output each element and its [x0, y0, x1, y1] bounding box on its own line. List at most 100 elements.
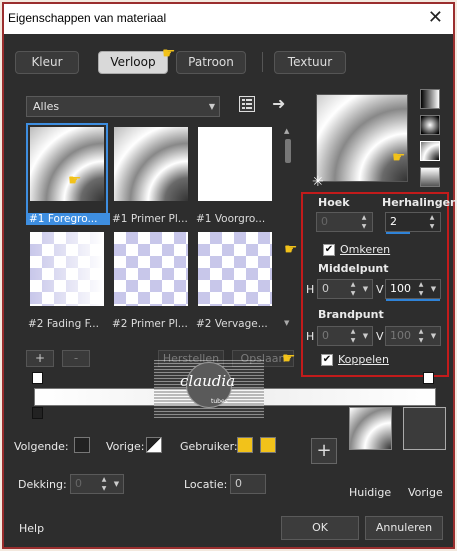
previous-gradient-box[interactable] — [403, 407, 446, 450]
rectangular-style-icon[interactable] — [420, 115, 440, 135]
reverse-checkbox[interactable]: ✔ — [323, 244, 335, 256]
angle-stepper[interactable]: 0 ▲ ▼ — [316, 212, 373, 232]
next-color-swatch[interactable] — [74, 437, 90, 453]
chevron-down-icon[interactable]: ▼ — [360, 280, 371, 298]
scroll-down-icon[interactable]: ▼ — [284, 319, 289, 327]
watermark-text: claudia — [180, 372, 236, 390]
opacity-stepper[interactable]: 0 ▲ ▼ ▼ — [70, 474, 124, 494]
sunburst-style-icon[interactable] — [420, 141, 440, 161]
tab-kleur[interactable]: Kleur — [15, 51, 79, 74]
focus-label: Brandpunt — [318, 308, 384, 321]
center-v-label: V — [376, 283, 384, 296]
chevron-down-icon: ▼ — [208, 102, 215, 111]
title-bar: Eigenschappen van materiaal ✕ — [4, 4, 453, 34]
repeats-label: Herhalingen — [382, 196, 457, 209]
tab-verloop[interactable]: Verloop — [98, 51, 168, 74]
chevron-down-icon[interactable]: ▼ — [428, 327, 439, 345]
radial-style-icon[interactable] — [420, 167, 440, 187]
watermark-logo: claudia tubes — [154, 360, 264, 418]
spin-icon[interactable]: ▲ ▼ — [347, 280, 359, 298]
opacity-label: Dekking: — [18, 478, 67, 491]
user-color-swatch-2[interactable] — [260, 437, 276, 453]
pointer-hand-icon: ☛ — [392, 148, 406, 166]
window-title: Eigenschappen van materiaal — [8, 11, 167, 25]
center-crosshair-icon: ✳ — [312, 174, 324, 190]
thumb-label: #1 Voorgro... — [196, 213, 266, 225]
focus-v-label: V — [376, 330, 384, 343]
gradient-thumb[interactable]: #2 Primer Pl... — [112, 230, 190, 330]
scroll-up-icon[interactable]: ▲ — [284, 127, 289, 135]
cancel-button[interactable]: Annuleren — [365, 516, 443, 540]
gradient-preview — [114, 127, 188, 201]
center-label: Middelpunt — [318, 262, 389, 275]
gradient-preview — [198, 232, 272, 306]
location-value: 0 — [235, 477, 242, 490]
color-stop-left[interactable] — [32, 407, 43, 419]
thumb-label: #2 Primer Pl... — [112, 318, 188, 330]
focus-h-stepper[interactable]: 0 ▲ ▼ ▼ — [317, 326, 373, 346]
dialog-window: Eigenschappen van materiaal ✕ Kleur Verl… — [2, 2, 457, 549]
gradient-main-preview — [316, 94, 408, 182]
spin-icon[interactable]: ▲ ▼ — [347, 327, 359, 345]
scroll-thumb[interactable] — [285, 139, 291, 163]
gradient-preview — [114, 232, 188, 306]
thumbnail-scrollbar[interactable]: ▲ ▼ — [283, 127, 293, 329]
repeats-stepper[interactable]: 2 ▲ ▼ — [385, 212, 441, 234]
tab-patroon[interactable]: Patroon — [176, 51, 246, 74]
next-label: Volgende: — [14, 440, 69, 453]
category-select[interactable]: Alles ▼ — [26, 96, 220, 117]
add-gradient-button[interactable]: + — [26, 350, 54, 367]
help-link[interactable]: Help — [19, 522, 44, 535]
center-h-value: 0 — [322, 282, 329, 295]
spin-icon[interactable]: ▲ ▼ — [415, 327, 427, 345]
gradient-thumb[interactable]: #1 Primer Pl... — [112, 125, 190, 225]
location-field[interactable]: 0 — [230, 474, 266, 494]
opacity-stop-right[interactable] — [423, 372, 434, 384]
previous-box-label: Vorige — [408, 486, 443, 499]
chevron-down-icon[interactable]: ▼ — [360, 327, 371, 345]
gradient-preview — [198, 127, 272, 201]
center-h-stepper[interactable]: 0 ▲ ▼ ▼ — [317, 279, 373, 299]
previous-color-swatch[interactable] — [146, 437, 162, 453]
chevron-down-icon[interactable]: ▼ — [111, 475, 122, 493]
gradient-thumb[interactable]: #2 Vervage... — [196, 230, 274, 330]
ok-button[interactable]: OK — [281, 516, 359, 540]
pointer-hand-icon: ☛ — [282, 349, 296, 367]
chevron-down-icon[interactable]: ▼ — [428, 280, 439, 298]
gradient-thumb[interactable]: #1 Voorgro... — [196, 125, 274, 225]
pointer-hand-icon: ☛ — [162, 44, 176, 62]
focus-h-value: 0 — [322, 329, 329, 342]
opacity-stop-left[interactable] — [32, 372, 43, 384]
focus-h-label: H — [306, 330, 315, 343]
gradient-thumb[interactable]: #2 Fading F... — [28, 230, 106, 330]
remove-gradient-button[interactable]: - — [62, 350, 90, 367]
linear-style-icon[interactable] — [420, 89, 440, 109]
spin-icon[interactable]: ▲ ▼ — [358, 213, 370, 231]
reverse-label: Omkeren — [340, 243, 391, 256]
add-color-button[interactable]: + — [311, 438, 337, 464]
opacity-value: 0 — [75, 477, 82, 490]
value-indicator — [386, 232, 410, 234]
close-icon[interactable]: ✕ — [428, 7, 443, 28]
focus-v-stepper[interactable]: 100 ▲ ▼ ▼ — [385, 326, 441, 346]
user-color-swatch[interactable] — [237, 437, 253, 453]
spin-icon[interactable]: ▲ ▼ — [98, 475, 110, 493]
link-label: Koppelen — [338, 353, 389, 366]
tab-textuur[interactable]: Textuur — [274, 51, 346, 74]
gradient-thumb[interactable]: ☛ #1 Foregro... — [26, 123, 110, 225]
pointer-hand-icon: ☛ — [68, 171, 82, 189]
link-checkbox[interactable]: ✔ — [321, 354, 333, 366]
center-h-label: H — [306, 283, 315, 296]
gradient-preview — [30, 232, 104, 306]
center-v-stepper[interactable]: 100 ▲ ▼ ▼ — [385, 279, 441, 301]
spin-icon[interactable]: ▲ ▼ — [426, 213, 438, 231]
current-gradient-box[interactable] — [349, 407, 392, 450]
repeats-value: 2 — [390, 215, 397, 228]
arrow-right-icon[interactable]: ➜ — [272, 94, 285, 113]
focus-v-value: 100 — [390, 329, 411, 342]
thumb-label: #1 Foregro... — [26, 213, 110, 225]
center-v-value: 100 — [390, 282, 411, 295]
spin-icon[interactable]: ▲ ▼ — [415, 280, 427, 298]
angle-value: 0 — [321, 215, 328, 228]
view-list-icon[interactable] — [239, 96, 255, 112]
